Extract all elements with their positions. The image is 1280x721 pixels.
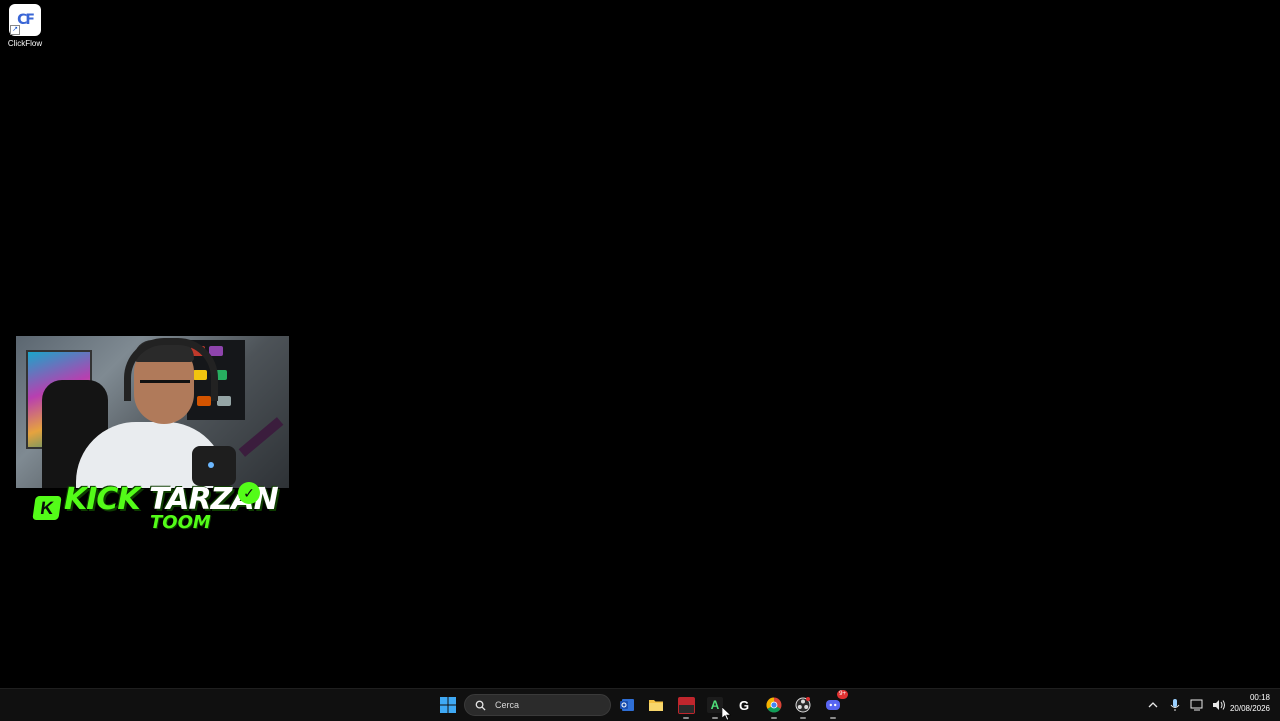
kick-banner: K KICK TARZAN TOOM ✓ [30,480,279,538]
glasses [140,380,190,395]
desktop: CF ↗ ClickFlow K KICK TARZAN TOOM ✓ [0,0,1280,688]
taskbar-app-voicemeeter[interactable] [673,693,699,719]
windows-logo-icon [440,697,456,713]
kick-logo-icon: K [32,496,62,520]
clickflow-icon: CF ↗ [9,4,41,36]
webcam-overlay [16,336,289,488]
mail-icon [620,699,634,711]
running-indicator [771,717,777,719]
microphone-icon[interactable] [1167,697,1183,713]
obs-icon [795,697,811,713]
taskbar-app-file-explorer[interactable] [643,693,669,717]
taskbar-search[interactable] [464,694,611,716]
verified-badge-icon: ✓ [238,482,260,504]
discord-icon [826,700,840,710]
start-button[interactable] [435,693,461,717]
clock-date: 20/08/2026 [1229,704,1270,713]
shortcut-arrow-icon: ↗ [10,25,20,35]
taskbar-app-discord[interactable]: 9+ [820,690,848,719]
search-input[interactable] [493,699,607,711]
taskbar-app-chrome[interactable] [761,693,787,719]
running-indicator [683,717,689,719]
mouse-cursor-icon [722,707,732,721]
taskbar-clock[interactable]: 00:18 20/08/2026 [1216,692,1270,714]
clickflow-desktop-shortcut[interactable]: CF ↗ ClickFlow [4,4,46,52]
a-icon: A [706,697,724,713]
taskbar-app-logitech[interactable]: G [731,693,757,717]
notification-badge: 9+ [837,690,848,699]
network-icon[interactable] [1189,697,1205,713]
taskbar-app-outlook[interactable] [614,693,640,717]
clock-time: 00:18 [1249,693,1270,702]
search-icon [473,698,487,712]
taskbar-app-obs[interactable] [790,693,816,719]
show-hidden-icons-chevron-icon[interactable] [1145,697,1161,713]
voicemeeter-icon [677,696,695,714]
mic-indicator-light [208,462,214,468]
g-icon: G [738,697,750,713]
mic-arm [238,417,284,457]
running-indicator [712,717,718,719]
kick-banner-subtitle: TOOM [150,512,211,533]
folder-icon [649,700,663,711]
taskbar: A G 9+ [0,688,1280,721]
running-indicator [830,717,836,719]
running-indicator [800,717,806,719]
chrome-icon [766,697,782,713]
desktop-icon-label: ClickFlow [7,39,43,48]
